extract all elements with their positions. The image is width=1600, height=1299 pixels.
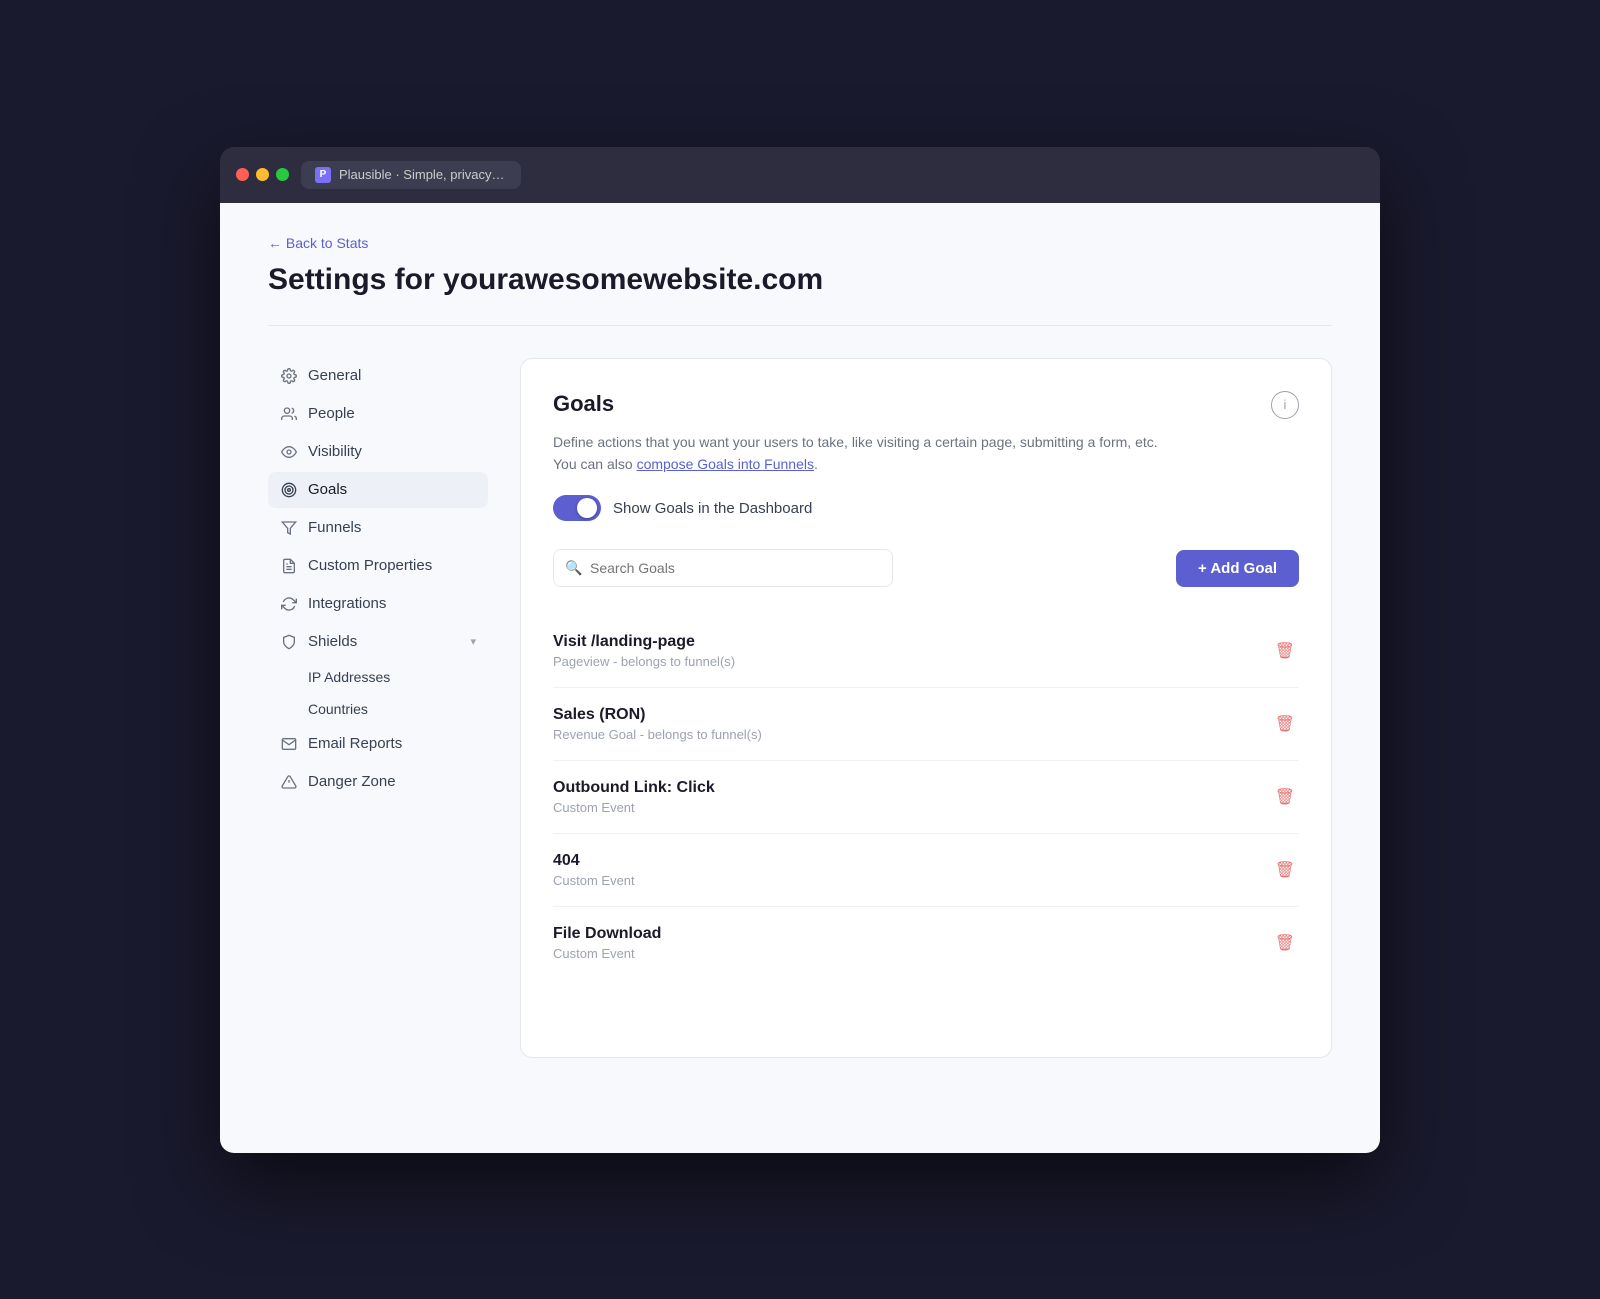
sidebar-nav: General People bbox=[268, 358, 488, 800]
sidebar-item-danger-zone-label: Danger Zone bbox=[308, 773, 396, 790]
goals-title: Goals bbox=[553, 391, 614, 417]
tab-favicon: P bbox=[315, 167, 331, 183]
browser-tab[interactable]: P Plausible · Simple, privacy-frien... bbox=[301, 161, 521, 189]
warning-icon bbox=[280, 773, 298, 791]
goal-item-2: Outbound Link: Click Custom Event 🗑 bbox=[553, 761, 1299, 834]
info-icon[interactable]: i bbox=[1271, 391, 1299, 419]
goal-name-1: Sales (RON) bbox=[553, 706, 762, 724]
sidebar-item-email-reports[interactable]: Email Reports bbox=[268, 726, 488, 762]
goal-sub-1: Revenue Goal - belongs to funnel(s) bbox=[553, 727, 762, 742]
maximize-button[interactable] bbox=[276, 168, 289, 181]
file-icon bbox=[280, 557, 298, 575]
browser-window: P Plausible · Simple, privacy-frien... ←… bbox=[220, 147, 1380, 1153]
page-divider bbox=[268, 325, 1332, 326]
email-icon bbox=[280, 735, 298, 753]
page-content: ← Back to Stats Settings for yourawesome… bbox=[220, 203, 1380, 1153]
goal-name-4: File Download bbox=[553, 925, 661, 943]
goals-description: Define actions that you want your users … bbox=[553, 431, 1299, 476]
sidebar-item-danger-zone[interactable]: Danger Zone bbox=[268, 764, 488, 800]
section-header: Goals i bbox=[553, 391, 1299, 419]
search-icon: 🔍 bbox=[565, 560, 582, 577]
goal-info-3: 404 Custom Event bbox=[553, 852, 635, 888]
people-icon bbox=[280, 405, 298, 423]
sidebar-item-goals-label: Goals bbox=[308, 481, 347, 498]
sidebar-item-countries[interactable]: Countries bbox=[268, 694, 488, 724]
sidebar: General People bbox=[268, 358, 488, 1058]
delete-goal-2-button[interactable]: 🗑 bbox=[1271, 783, 1299, 811]
toggle-label: Show Goals in the Dashboard bbox=[613, 500, 812, 517]
shield-icon bbox=[280, 633, 298, 651]
browser-titlebar: P Plausible · Simple, privacy-frien... bbox=[220, 147, 1380, 203]
delete-goal-1-button[interactable]: 🗑 bbox=[1271, 710, 1299, 738]
goal-info-0: Visit /landing-page Pageview - belongs t… bbox=[553, 633, 735, 669]
sidebar-item-general-label: General bbox=[308, 367, 361, 384]
goal-name-3: 404 bbox=[553, 852, 635, 870]
eye-icon bbox=[280, 443, 298, 461]
show-goals-toggle[interactable] bbox=[553, 495, 601, 521]
goal-sub-3: Custom Event bbox=[553, 873, 635, 888]
goals-list: Visit /landing-page Pageview - belongs t… bbox=[553, 615, 1299, 979]
funnel-icon bbox=[280, 519, 298, 537]
goal-item-3: 404 Custom Event 🗑 bbox=[553, 834, 1299, 907]
toggle-row: Show Goals in the Dashboard bbox=[553, 495, 1299, 521]
tab-title: Plausible · Simple, privacy-frien... bbox=[339, 167, 507, 182]
page-title: Settings for yourawesomewebsite.com bbox=[268, 263, 1332, 297]
goal-name-2: Outbound Link: Click bbox=[553, 779, 715, 797]
goal-name-0: Visit /landing-page bbox=[553, 633, 735, 651]
sidebar-item-funnels-label: Funnels bbox=[308, 519, 361, 536]
back-to-stats-link[interactable]: ← Back to Stats bbox=[268, 235, 1332, 251]
goal-info-4: File Download Custom Event bbox=[553, 925, 661, 961]
sidebar-item-funnels[interactable]: Funnels bbox=[268, 510, 488, 546]
search-add-row: 🔍 + Add Goal bbox=[553, 549, 1299, 587]
search-input-wrapper: 🔍 bbox=[553, 549, 893, 587]
description-text-2: You can also bbox=[553, 456, 637, 472]
close-button[interactable] bbox=[236, 168, 249, 181]
sidebar-item-goals[interactable]: Goals bbox=[268, 472, 488, 508]
toggle-knob bbox=[577, 498, 597, 518]
chevron-down-icon: ▾ bbox=[470, 635, 476, 648]
sidebar-item-custom-properties[interactable]: Custom Properties bbox=[268, 548, 488, 584]
delete-goal-3-button[interactable]: 🗑 bbox=[1271, 856, 1299, 884]
sidebar-item-countries-label: Countries bbox=[308, 701, 368, 717]
search-goals-input[interactable] bbox=[553, 549, 893, 587]
goal-info-1: Sales (RON) Revenue Goal - belongs to fu… bbox=[553, 706, 762, 742]
goal-item-4: File Download Custom Event 🗑 bbox=[553, 907, 1299, 979]
minimize-button[interactable] bbox=[256, 168, 269, 181]
sidebar-item-shields-label: Shields bbox=[308, 633, 357, 650]
sidebar-item-integrations[interactable]: Integrations bbox=[268, 586, 488, 622]
traffic-lights bbox=[236, 168, 289, 181]
goal-item-0: Visit /landing-page Pageview - belongs t… bbox=[553, 615, 1299, 688]
delete-goal-4-button[interactable]: 🗑 bbox=[1271, 929, 1299, 957]
compose-goals-link[interactable]: compose Goals into Funnels bbox=[637, 456, 814, 472]
add-goal-button[interactable]: + Add Goal bbox=[1176, 550, 1299, 587]
integrations-icon bbox=[280, 595, 298, 613]
sidebar-item-custom-properties-label: Custom Properties bbox=[308, 557, 432, 574]
sidebar-item-people-label: People bbox=[308, 405, 355, 422]
sidebar-item-email-reports-label: Email Reports bbox=[308, 735, 402, 752]
sidebar-item-ip-addresses-label: IP Addresses bbox=[308, 669, 390, 685]
gear-icon bbox=[280, 367, 298, 385]
sidebar-item-integrations-label: Integrations bbox=[308, 595, 386, 612]
sidebar-item-general[interactable]: General bbox=[268, 358, 488, 394]
goal-sub-2: Custom Event bbox=[553, 800, 715, 815]
description-text-end: . bbox=[814, 456, 818, 472]
goal-info-2: Outbound Link: Click Custom Event bbox=[553, 779, 715, 815]
target-icon bbox=[280, 481, 298, 499]
sidebar-item-visibility-label: Visibility bbox=[308, 443, 362, 460]
goal-sub-0: Pageview - belongs to funnel(s) bbox=[553, 654, 735, 669]
description-text-1: Define actions that you want your users … bbox=[553, 434, 1158, 450]
goals-section: Goals i Define actions that you want you… bbox=[520, 358, 1332, 1058]
sidebar-item-ip-addresses[interactable]: IP Addresses bbox=[268, 662, 488, 692]
goal-sub-4: Custom Event bbox=[553, 946, 661, 961]
sidebar-item-shields[interactable]: Shields ▾ bbox=[268, 624, 488, 660]
delete-goal-0-button[interactable]: 🗑 bbox=[1271, 637, 1299, 665]
sidebar-item-people[interactable]: People bbox=[268, 396, 488, 432]
layout: General People bbox=[268, 358, 1332, 1058]
goal-item-1: Sales (RON) Revenue Goal - belongs to fu… bbox=[553, 688, 1299, 761]
sidebar-item-visibility[interactable]: Visibility bbox=[268, 434, 488, 470]
